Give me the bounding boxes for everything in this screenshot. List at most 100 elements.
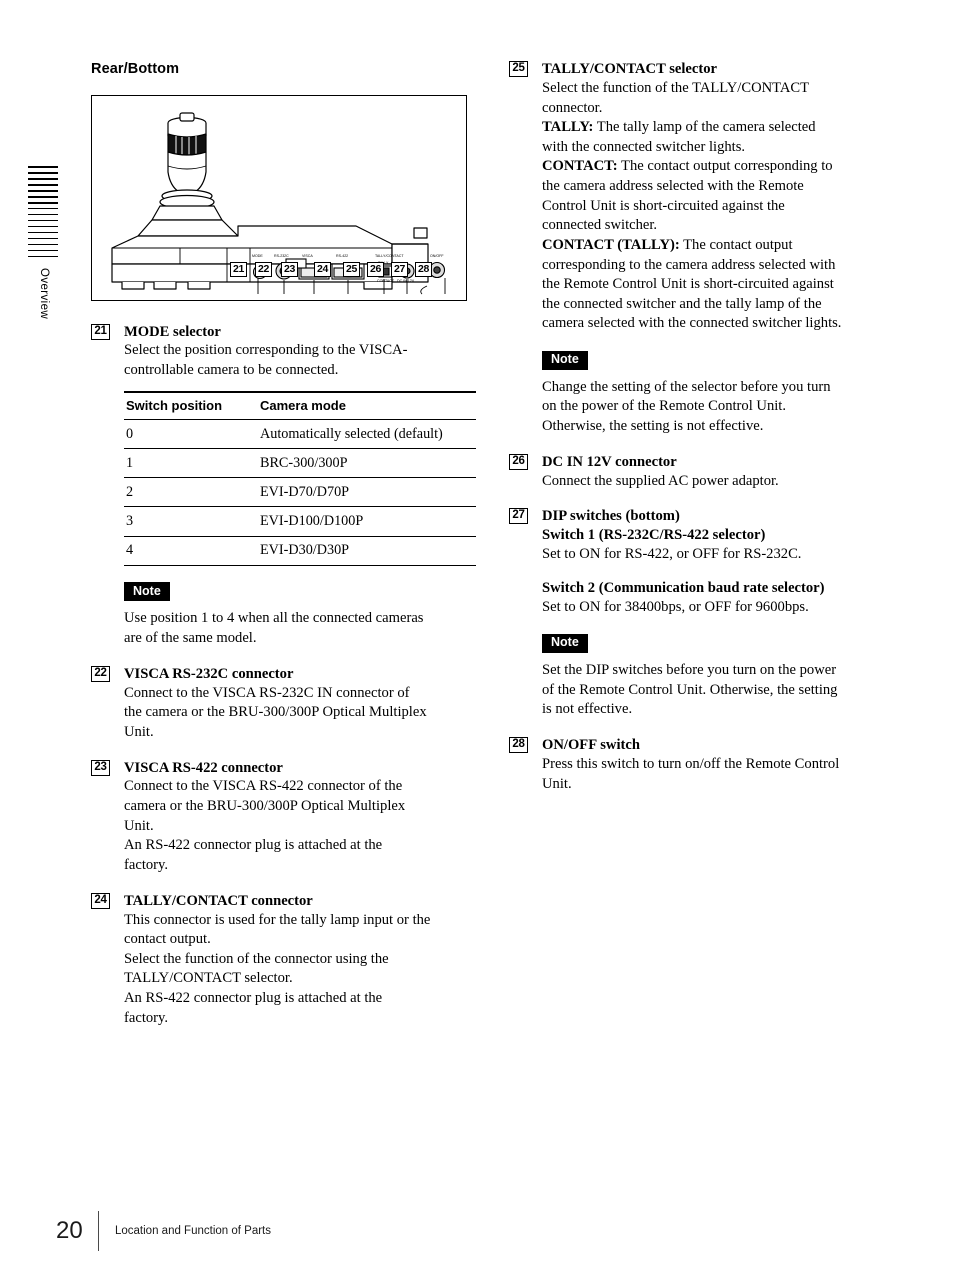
right-column: 25 TALLY/CONTACT selector Select the fun…	[509, 60, 894, 810]
item-title: MODE selector	[124, 323, 221, 340]
body-line: Select the function of the TALLY/CONTACT	[542, 79, 810, 96]
item-title: TALLY/CONTACT connector	[124, 892, 313, 909]
body-line: TALLY/CONTACT selector.	[124, 970, 293, 987]
body-line: Connect to the VISCA RS-422 connector of…	[124, 778, 403, 795]
svg-text:TALLY/CONTACT: TALLY/CONTACT	[375, 254, 404, 258]
diagram-callout-21: 21	[230, 261, 247, 277]
cell-switch-position: 1	[124, 448, 260, 479]
item-22-visca-rs232c-connector: 22 VISCA RS-232C connector Connect to th…	[91, 665, 469, 743]
item-21-mode-selector: 21 MODE selector Select the position cor…	[91, 323, 476, 566]
margin-stripe	[28, 195, 58, 198]
note-badge: Note	[542, 350, 588, 370]
margin-stripe	[28, 225, 58, 228]
table-head: Switch position Camera mode	[124, 390, 476, 421]
body-line: Press this switch to turn on/off the Rem…	[542, 756, 840, 773]
body-line: camera selected with the connected switc…	[542, 315, 842, 332]
body-line: connected switcher.	[542, 217, 658, 234]
left-column: Rear/Bottom MODE RS-232C VISCA RS-422 TA…	[91, 60, 476, 1044]
col-header-switch-position: Switch position	[124, 390, 260, 421]
term-contact: CONTACT:	[542, 158, 618, 175]
body-line: the Remote Control Unit is short-circuit…	[542, 276, 834, 293]
item-body: Press this switch to turn on/off the Rem…	[542, 755, 894, 794]
body-line: Select the position corresponding to the…	[124, 342, 408, 359]
body-line: Control Unit is short-circuited against …	[542, 197, 785, 214]
diagram-callout-28: 28	[415, 261, 432, 277]
note-line: Otherwise, the setting is not effective.	[542, 418, 764, 435]
item-title: TALLY/CONTACT selector	[542, 61, 717, 77]
margin-stripe	[28, 243, 58, 246]
item-23-visca-rs422-connector: 23 VISCA RS-422 connector Connect to the…	[91, 759, 469, 876]
item-number-badge: 28	[509, 737, 528, 754]
item-body: Connect the supplied AC power adaptor.	[542, 472, 894, 492]
cell-switch-position: 0	[124, 419, 260, 450]
body-line: An RS-422 connector plug is attached at …	[124, 837, 383, 854]
item-number-badge: 22	[91, 665, 110, 682]
diagram-callout-26: 26	[367, 261, 384, 277]
diagram-callout-27: 27	[391, 261, 408, 277]
term-tally-text: The tally lamp of the camera selected	[593, 119, 816, 136]
cell-switch-position: 3	[124, 506, 260, 537]
body-line: controllable camera to be connected.	[124, 362, 339, 379]
margin-stripe	[28, 183, 58, 186]
item-body: Select the position corresponding to the…	[124, 341, 469, 380]
svg-text:RS-422: RS-422	[336, 254, 348, 258]
body-line: with the connected switcher lights.	[542, 138, 746, 155]
item-title: ON/OFF switch	[542, 737, 640, 754]
page-number: 20	[56, 1217, 83, 1244]
body-line: Connect to the VISCA RS-232C IN connecto…	[124, 684, 410, 701]
note-line: on the power of the Remote Control Unit.	[542, 398, 786, 415]
body-line: Unit.	[124, 817, 154, 834]
body-line: the camera address selected with the Rem…	[542, 178, 804, 195]
margin-stripe	[28, 177, 58, 180]
table-row: 1 BRC-300/300P	[124, 448, 476, 479]
item-number-badge: 27	[509, 508, 528, 525]
margin-stripe	[28, 219, 58, 222]
diagram-callout-22: 22	[255, 261, 272, 277]
table-header-row: Switch position Camera mode	[124, 390, 476, 421]
margin-stripe	[28, 171, 58, 174]
camera-mode-table: Switch position Camera mode 0 Automatical…	[124, 390, 476, 566]
footer-chapter-label: Location and Function of Parts	[115, 1225, 271, 1237]
footer-divider	[98, 1211, 99, 1251]
item-25-tally-contact-selector: 25 TALLY/CONTACT selector Select the fun…	[509, 60, 894, 334]
item-27-dip-switches: 27 DIP switches (bottom) Switch 1 (RS-23…	[509, 507, 894, 617]
diagram-callout-25: 25	[343, 261, 360, 277]
item-body: Set to ON for 38400bps, or OFF for 9600b…	[542, 598, 894, 618]
body-line: CONTACT (TALLY): The contact output	[542, 236, 894, 256]
note-badge: Note	[542, 633, 588, 654]
margin-stripe	[28, 207, 58, 210]
body-line: camera or the BRU-300/300P Optical Multi…	[124, 798, 406, 815]
note-line: Change the setting of the selector befor…	[542, 378, 831, 395]
body-line: This connector is used for the tally lam…	[124, 911, 431, 928]
margin-stripe	[28, 213, 58, 216]
page-title: Rear/Bottom	[91, 61, 180, 77]
cell-switch-position: 4	[124, 536, 260, 566]
body-line: CONTACT: The contact output correspondin…	[542, 157, 894, 177]
note-text: Change the setting of the selector befor…	[542, 378, 894, 437]
margin-stripe	[28, 255, 58, 258]
item-28-on-off-switch: 28 ON/OFF switch Press this switch to tu…	[509, 736, 894, 794]
margin-stripe	[28, 249, 58, 252]
item-title: VISCA RS-232C connector	[124, 665, 294, 682]
body-line: the camera or the BRU-300/300P Optical M…	[124, 704, 427, 721]
item-subtitle-switch-2: Switch 2 (Communication baud rate select…	[542, 579, 825, 596]
page-footer: 20 Location and Function of Parts	[56, 1210, 271, 1252]
margin-stripe	[28, 231, 58, 234]
note-text: Set the DIP switches before you turn on …	[542, 661, 894, 720]
margin-stripe	[28, 166, 58, 168]
table-row: 4 EVI-D30/D30P	[124, 536, 476, 566]
item-24-tally-contact-connector: 24 TALLY/CONTACT connector This connecto…	[91, 892, 469, 1029]
item-title: DC IN 12V connector	[542, 453, 677, 470]
svg-text:VISCA: VISCA	[302, 254, 313, 258]
item-body: Connect to the VISCA RS-422 connector of…	[124, 777, 469, 875]
note-line: Use position 1 to 4 when all the connect…	[124, 610, 424, 627]
note-line: Set the DIP switches before you turn on …	[542, 662, 837, 679]
item-26-dc-in-12v-connector: 26 DC IN 12V connector Connect the suppl…	[509, 453, 894, 492]
svg-text:ON/OFF: ON/OFF	[430, 254, 444, 258]
note-block-3: Note Set the DIP switches before you tur…	[509, 633, 894, 720]
cell-camera-mode: Automatically selected (default)	[260, 419, 476, 450]
svg-text:RS-232C: RS-232C	[274, 254, 289, 258]
rear-bottom-diagram: MODE RS-232C VISCA RS-422 TALLY/CONTACT …	[91, 94, 467, 301]
body-line: the connected switcher and the tally lam…	[542, 295, 822, 312]
